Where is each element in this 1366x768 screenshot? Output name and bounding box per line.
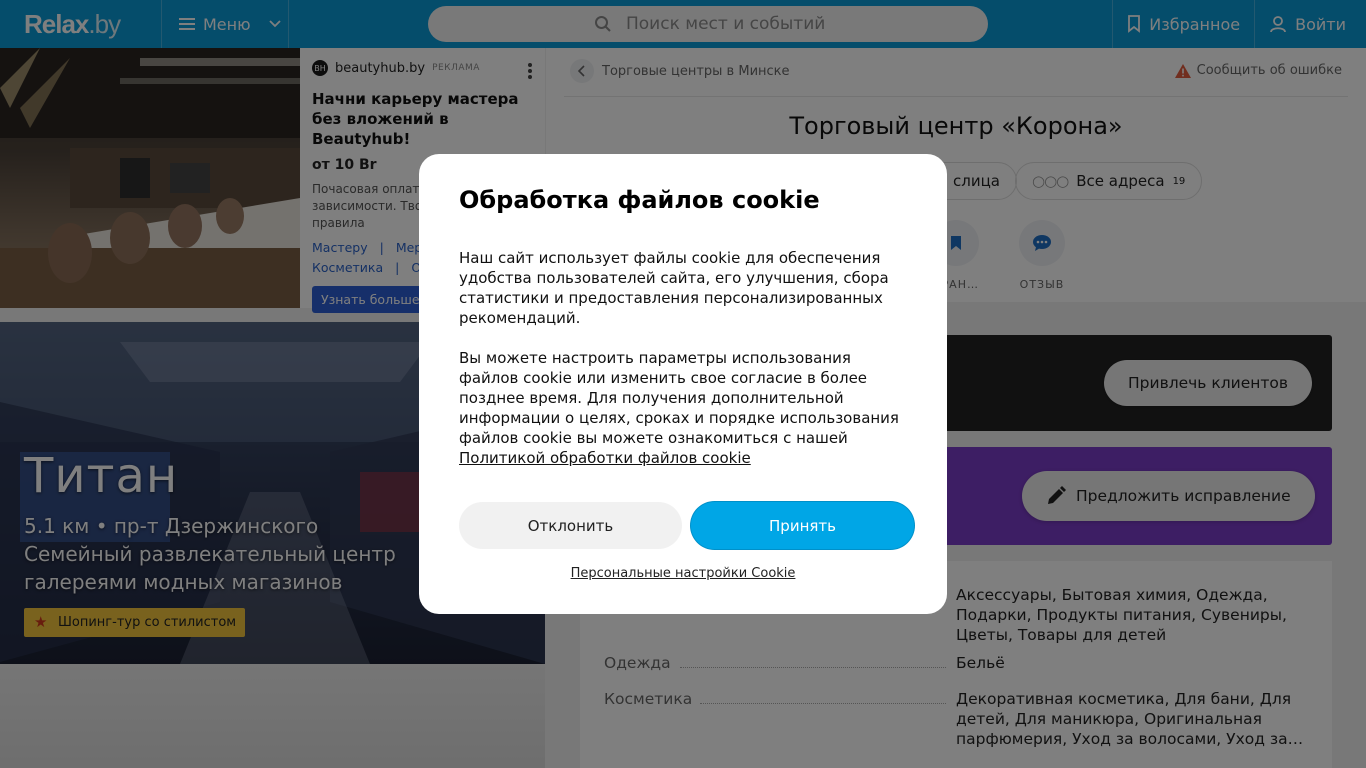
cookie-dialog-text: Наш сайт использует файлы cookie для обе…: [459, 249, 889, 327]
cookie-consent-dialog: Обработка файлов cookie Наш сайт использ…: [419, 154, 947, 614]
decline-button[interactable]: Отклонить: [459, 502, 682, 549]
cookie-dialog-text-2: Вы можете настроить параметры использова…: [459, 348, 907, 468]
cookie-dialog-text-2-body: Вы можете настроить параметры использова…: [459, 349, 899, 447]
cookie-settings-link[interactable]: Персональные настройки Cookie: [419, 566, 947, 581]
cookie-dialog-title: Обработка файлов cookie: [459, 186, 820, 214]
cookie-policy-link[interactable]: Политикой обработки файлов cookie: [459, 449, 751, 467]
accept-button[interactable]: Принять: [691, 502, 914, 549]
